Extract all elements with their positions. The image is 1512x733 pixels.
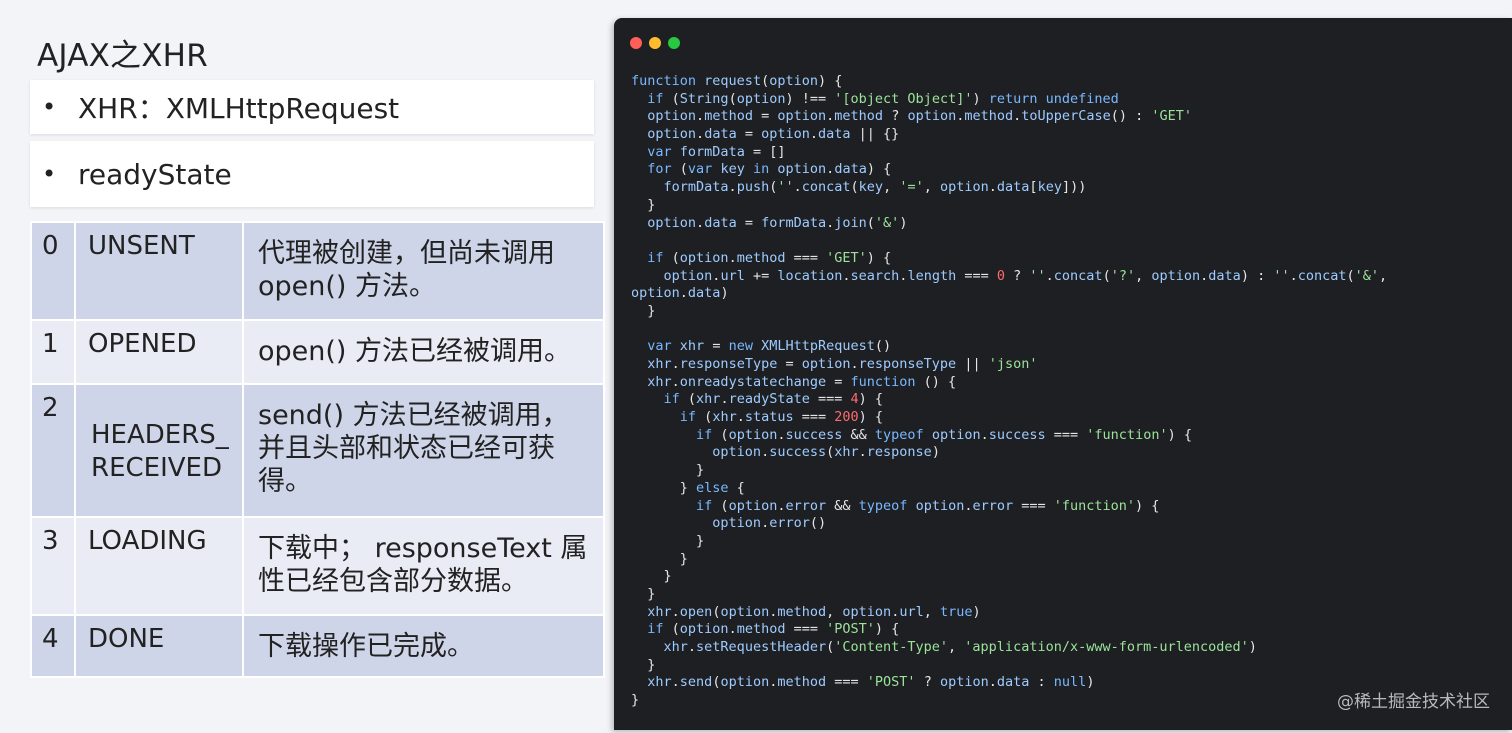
table-row: 3 LOADING 下载中； responseText 属性已经包含部分数据。 — [30, 516, 605, 616]
state-description: open() 方法已经被调用。 — [242, 319, 605, 385]
code-line: } — [631, 585, 656, 602]
state-number: 4 — [30, 614, 76, 678]
code-line: var formData = [] — [647, 143, 786, 160]
state-name: DONE — [74, 614, 244, 678]
code-line: if (option.error && typeof option.error … — [696, 497, 1160, 514]
state-number: 3 — [30, 516, 76, 616]
code-line: option.data = option.data || {} — [647, 126, 900, 143]
bullet-text: XHR：XMLHttpRequest — [78, 92, 400, 125]
state-name: HEADERS_ RECEIVED — [74, 383, 244, 518]
code-line: formData.push(''.concat(key, '=', option… — [663, 179, 1087, 196]
state-description: 代理被创建，但尚未调用 open() 方法。 — [242, 221, 605, 321]
code-block: function request(option) { if (String(op… — [631, 73, 1387, 710]
code-line: } else { — [631, 479, 745, 496]
bullet-readystate: • readyState — [30, 141, 594, 207]
state-description: send() 方法已经被调用，并且头部和状态已经可获得。 — [242, 383, 605, 518]
slide-title: AJAX之XHR — [37, 38, 208, 74]
code-line: if (option.method === 'POST') { — [647, 621, 900, 638]
code-line: if (option.method === 'GET') { — [647, 249, 892, 266]
bullet-marker: • — [42, 160, 57, 188]
code-line: } — [631, 550, 688, 567]
bullet-marker: • — [42, 93, 57, 121]
table-row: 0 UNSENT 代理被创建，但尚未调用 open() 方法。 — [30, 221, 605, 321]
state-name: UNSENT — [74, 221, 244, 321]
maximize-dot-icon[interactable] — [668, 37, 680, 49]
code-line: } — [631, 196, 656, 213]
code-line: xhr.send(option.method === 'POST' ? opti… — [647, 674, 1095, 691]
state-number: 1 — [30, 319, 76, 385]
state-description: 下载操作已完成。 — [242, 614, 605, 678]
minimize-dot-icon[interactable] — [649, 37, 661, 49]
code-line: option.error() — [712, 515, 827, 532]
code-line: } — [631, 692, 640, 709]
bullet-xhr: • XHR：XMLHttpRequest — [30, 80, 594, 134]
state-name: LOADING — [74, 516, 244, 616]
code-line: if (String(option) !== '[object Object]'… — [647, 90, 1119, 107]
code-line: option.data = formData.join('&') — [647, 214, 908, 231]
bullet-text: readyState — [78, 157, 232, 191]
table-row: 4 DONE 下载操作已完成。 — [30, 614, 605, 678]
readystate-table: 0 UNSENT 代理被创建，但尚未调用 open() 方法。 1 OPENED… — [30, 221, 605, 678]
code-line: for (var key in option.data) { — [647, 161, 892, 178]
code-line: } — [631, 462, 705, 479]
code-line: option.method = option.method ? option.m… — [647, 108, 1192, 125]
code-line: ​ — [631, 232, 1387, 250]
watermark-text: @稀土掘金技术社区 — [1337, 692, 1490, 712]
close-dot-icon[interactable] — [630, 37, 642, 49]
state-name: OPENED — [74, 319, 244, 385]
code-line: } — [631, 532, 705, 549]
table-row: 1 OPENED open() 方法已经被调用。 — [30, 319, 605, 385]
code-line: if (option.success && typeof option.succ… — [696, 426, 1192, 443]
code-line: xhr.setRequestHeader('Content-Type', 'ap… — [663, 639, 1257, 655]
code-line: ​ — [631, 321, 1387, 339]
code-line: xhr.open(option.method, option.url, true… — [647, 603, 981, 620]
state-number: 0 — [30, 221, 76, 321]
table-row: 2 HEADERS_ RECEIVED send() 方法已经被调用，并且头部和… — [30, 383, 605, 518]
code-window: function request(option) { if (String(op… — [614, 18, 1512, 730]
state-description: 下载中； responseText 属性已经包含部分数据。 — [242, 516, 605, 616]
code-line: if (xhr.status === 200) { — [679, 409, 884, 426]
code-line: if (xhr.readyState === 4) { — [663, 391, 884, 408]
code-line: option.data) — [631, 285, 729, 302]
window-controls — [630, 37, 680, 49]
code-line: option.url += location.search.length ===… — [663, 267, 1388, 284]
state-number: 2 — [30, 383, 76, 518]
code-line: var xhr = new XMLHttpRequest() — [647, 338, 892, 355]
code-line: option.success(xhr.response) — [712, 444, 940, 461]
code-line: xhr.onreadystatechange = function () { — [647, 373, 957, 390]
code-line: xhr.responseType = option.responseType |… — [647, 356, 1038, 372]
code-line: } — [631, 568, 672, 585]
code-line: function request(option) { — [631, 73, 843, 89]
code-line: } — [631, 656, 656, 673]
code-line: } — [631, 302, 656, 319]
